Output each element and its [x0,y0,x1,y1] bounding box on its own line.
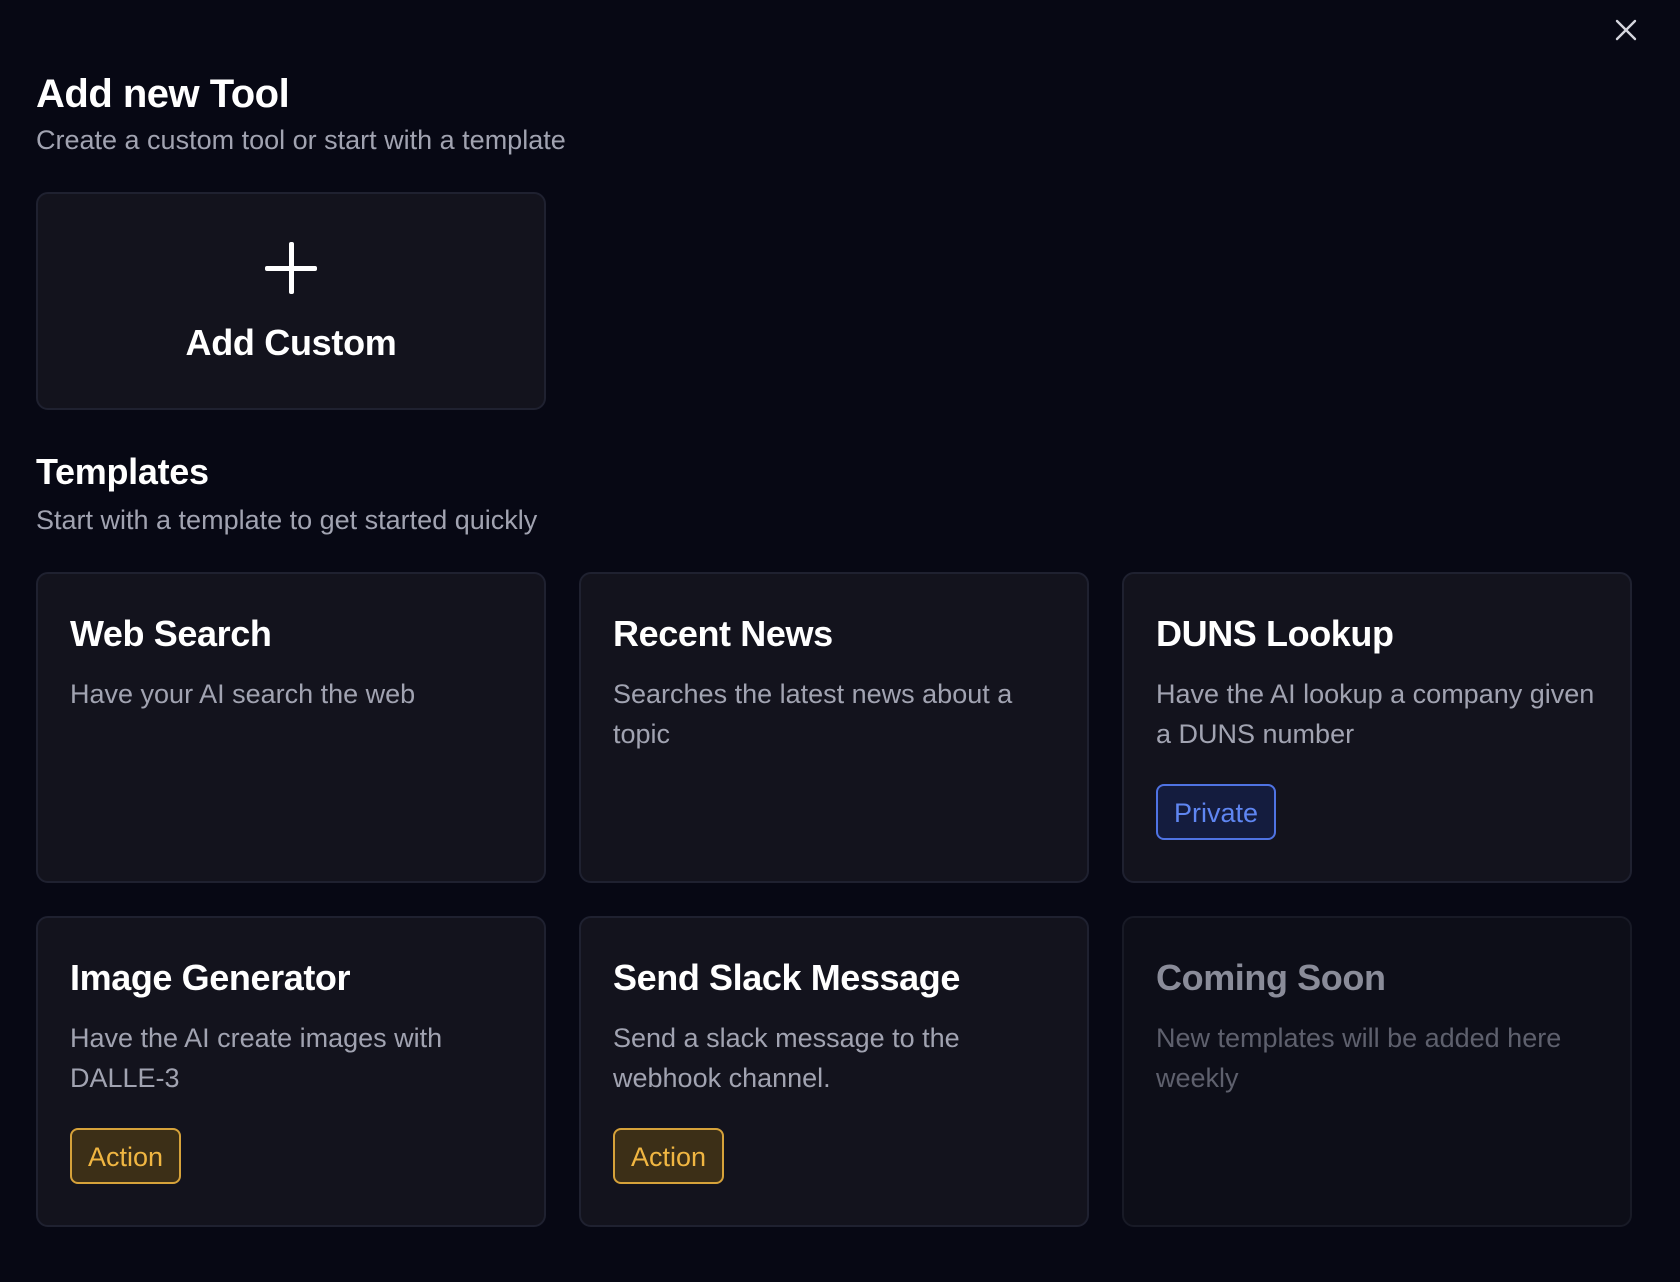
template-title: Recent News [613,613,833,654]
close-button[interactable] [1612,16,1640,44]
template-title: DUNS Lookup [1156,613,1394,654]
template-title: Coming Soon [1156,957,1386,998]
template-card-coming-soon: Coming Soon New templates will be added … [1122,916,1632,1227]
template-card-web-search[interactable]: Web Search Have your AI search the web [36,572,546,883]
modal-title: Add new Tool [36,72,290,116]
template-description: Searches the latest news about a topic [613,679,1013,749]
template-title: Image Generator [70,957,351,998]
template-description: Send a slack message to the webhook chan… [613,1023,960,1093]
action-badge: Action [613,1128,725,1184]
template-card-send-slack-message[interactable]: Send Slack Message Send a slack message … [579,916,1089,1227]
modal-subtitle: Create a custom tool or start with a tem… [36,125,566,155]
template-card-recent-news[interactable]: Recent News Searches the latest news abo… [579,572,1089,883]
templates-grid: Web Search Have your AI search the web R… [36,572,1644,1227]
template-card-duns-lookup[interactable]: DUNS Lookup Have the AI lookup a company… [1122,572,1632,883]
template-card-image-generator[interactable]: Image Generator Have the AI create image… [36,916,546,1227]
template-title: Web Search [70,613,272,654]
close-icon [1615,19,1637,41]
add-custom-label: Add Custom [185,322,397,363]
action-badge: Action [70,1128,182,1184]
template-description: Have your AI search the web [70,679,416,709]
add-tool-modal: Add new Tool Create a custom tool or sta… [0,0,1680,1282]
template-description: Have the AI create images with DALLE-3 [70,1023,443,1093]
templates-subtitle: Start with a template to get started qui… [36,505,538,535]
templates-title: Templates [36,451,209,492]
template-description: New templates will be added here weekly [1156,1023,1562,1093]
template-description: Have the AI lookup a company given a DUN… [1156,679,1595,749]
template-title: Send Slack Message [613,957,960,998]
private-badge: Private [1156,784,1277,840]
plus-icon [265,242,317,294]
add-custom-card[interactable]: Add Custom [36,192,546,410]
